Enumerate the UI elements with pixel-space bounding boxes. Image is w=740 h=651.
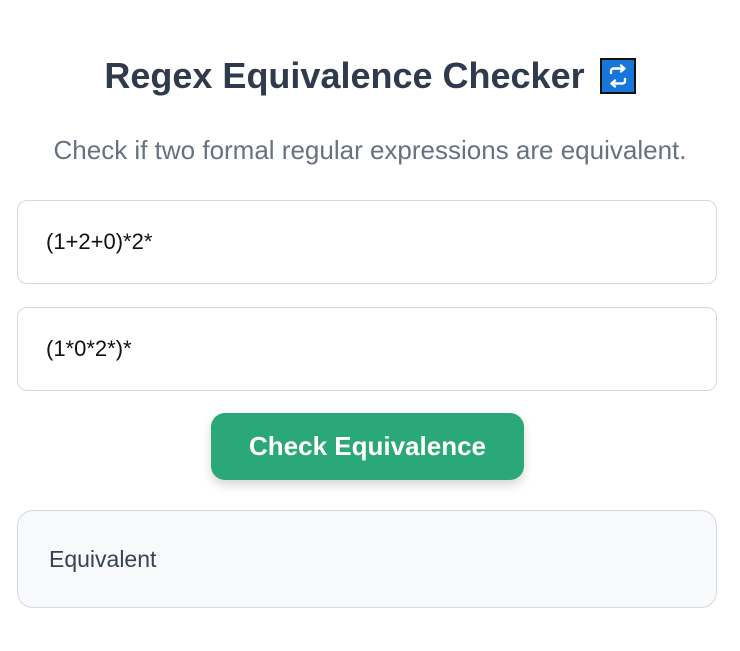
- result-text: Equivalent: [49, 545, 157, 572]
- result-panel: Equivalent: [17, 510, 717, 608]
- check-equivalence-button[interactable]: Check Equivalence: [211, 413, 524, 480]
- regex-checker-page: Regex Equivalence Checker Check if two f…: [0, 0, 740, 651]
- regex-input-2[interactable]: [17, 307, 717, 391]
- regex-input-1[interactable]: [17, 200, 717, 284]
- repeat-arrows-icon: [599, 58, 636, 94]
- header: Regex Equivalence Checker: [0, 54, 740, 98]
- page-subtitle: Check if two formal regular expressions …: [53, 135, 687, 165]
- page-title: Regex Equivalence Checker: [104, 55, 585, 96]
